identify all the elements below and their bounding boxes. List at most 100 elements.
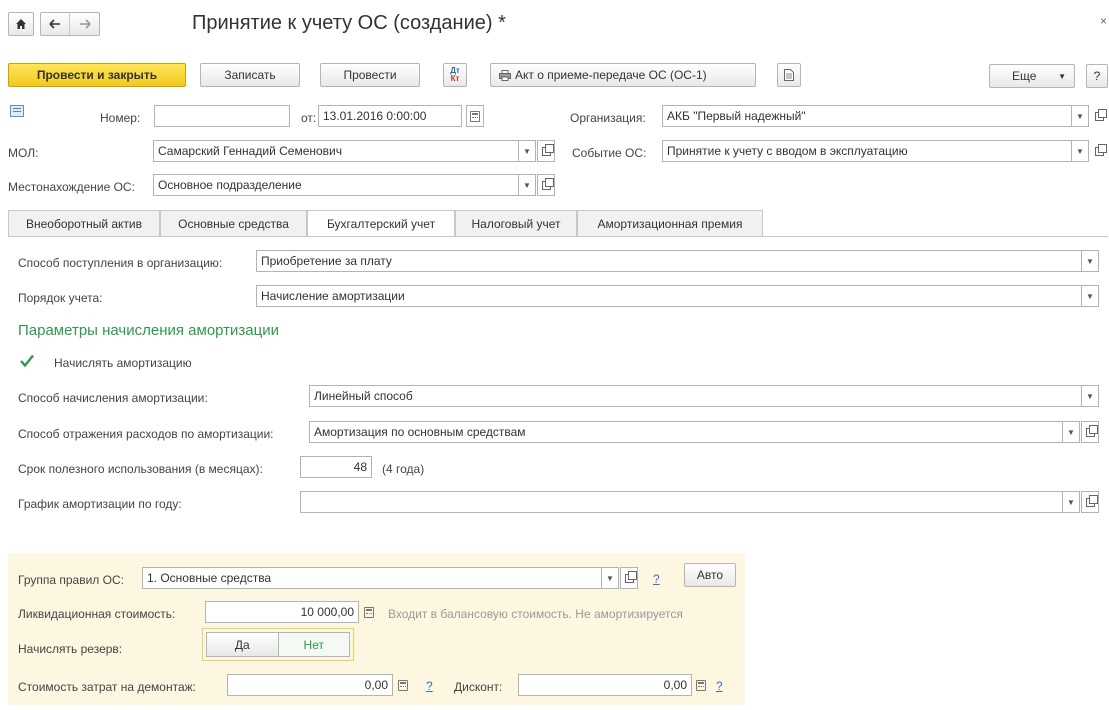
expense-dropdown[interactable]: ▼ <box>1062 421 1080 443</box>
discount-field[interactable]: 0,00 <box>518 674 692 696</box>
chevron-down-icon: ▼ <box>1076 111 1084 121</box>
chevron-down-icon: ▼ <box>523 146 531 156</box>
life-label: Срок полезного использования (в месяцах)… <box>18 462 263 476</box>
reserve-label: Начислять резерв: <box>18 642 123 656</box>
method-field[interactable]: Линейный способ <box>309 385 1082 407</box>
dismantle-calculator-button[interactable] <box>394 674 412 696</box>
open-icon <box>1085 424 1098 437</box>
save-button[interactable]: Записать <box>200 63 300 87</box>
dt-kt-button[interactable]: Дт Кт <box>443 63 467 87</box>
receipt-field[interactable]: Приобретение за плату <box>256 250 1082 272</box>
life-note: (4 года) <box>382 462 425 476</box>
method-label: Способ начисления амортизации: <box>18 391 208 405</box>
open-icon <box>541 143 554 156</box>
reserve-toggle: Да Нет <box>202 628 354 661</box>
open-icon <box>1085 494 1098 507</box>
event-open-button[interactable] <box>1090 140 1108 162</box>
location-open-button[interactable] <box>537 174 555 196</box>
calculator-icon <box>364 606 374 618</box>
auto-button[interactable]: Авто <box>684 563 736 587</box>
org-dropdown[interactable]: ▼ <box>1071 105 1089 127</box>
tab-divider <box>8 236 1108 237</box>
life-field[interactable]: 48 <box>300 456 372 478</box>
method-dropdown[interactable]: ▼ <box>1081 385 1099 407</box>
reserve-no-option[interactable]: Нет <box>278 633 349 656</box>
date-field[interactable]: 13.01.2016 0:00:00 <box>318 105 462 127</box>
open-icon <box>1094 108 1107 121</box>
expense-open-button[interactable] <box>1081 421 1099 443</box>
arrow-left-icon <box>49 19 60 29</box>
event-dropdown[interactable]: ▼ <box>1071 140 1089 162</box>
checkmark-icon <box>20 354 34 368</box>
location-dropdown[interactable]: ▼ <box>518 174 536 196</box>
org-label: Организация: <box>570 111 646 125</box>
mol-dropdown[interactable]: ▼ <box>518 140 536 162</box>
schedule-open-button[interactable] <box>1081 491 1099 513</box>
number-label: Номер: <box>100 111 141 125</box>
tab-noncurrent-asset[interactable]: Внеоборотный актив <box>8 210 160 236</box>
tab-fixed-assets[interactable]: Основные средства <box>160 210 307 236</box>
org-field[interactable]: АКБ "Первый надежный" <box>662 105 1072 127</box>
act-os1-button[interactable]: Акт о приеме-передаче ОС (ОС-1) <box>490 63 756 87</box>
more-button[interactable]: Еще ▼ <box>989 64 1075 88</box>
arrow-right-icon <box>79 19 91 29</box>
event-field[interactable]: Принятие к учету с вводом в эксплуатацию <box>662 140 1072 162</box>
org-open-button[interactable] <box>1090 105 1108 127</box>
group-field[interactable]: 1. Основные средства <box>142 567 602 589</box>
schedule-label: График амортизации по году: <box>18 497 182 511</box>
tab-accounting[interactable]: Бухгалтерский учет <box>307 210 455 237</box>
close-icon[interactable]: × <box>1100 14 1107 28</box>
chevron-down-icon: ▼ <box>1067 497 1075 507</box>
post-and-close-button[interactable]: Провести и закрыть <box>8 63 186 87</box>
chevron-down-icon: ▼ <box>1086 256 1094 266</box>
calculator-icon <box>398 679 408 691</box>
location-field[interactable]: Основное подразделение <box>153 174 519 196</box>
liq-calculator-button[interactable] <box>360 601 378 623</box>
forward-button[interactable] <box>70 13 99 35</box>
schedule-dropdown[interactable]: ▼ <box>1062 491 1080 513</box>
tab-depreciation-bonus[interactable]: Амортизационная премия <box>577 210 763 236</box>
window-title: Принятие к учету ОС (создание) * <box>192 12 506 34</box>
dismantle-field[interactable]: 0,00 <box>227 674 393 696</box>
accrue-checkbox[interactable] <box>19 353 35 369</box>
expense-label: Способ отражения расходов по амортизации… <box>18 427 274 441</box>
group-help-link[interactable]: ? <box>653 572 660 586</box>
document-icon <box>784 69 794 81</box>
depreciation-section-title: Параметры начисления амортизации <box>18 322 279 339</box>
discount-calculator-button[interactable] <box>692 674 710 696</box>
document-button[interactable] <box>777 63 801 87</box>
chevron-down-icon: ▼ <box>606 573 614 583</box>
schedule-field[interactable] <box>300 491 1063 513</box>
chevron-down-icon: ▼ <box>1086 391 1094 401</box>
group-dropdown[interactable]: ▼ <box>601 567 619 589</box>
discount-help-link[interactable]: ? <box>716 679 723 693</box>
open-icon <box>541 177 554 190</box>
chevron-down-icon: ▼ <box>1086 291 1094 301</box>
liq-field[interactable]: 10 000,00 <box>205 601 359 623</box>
number-field[interactable] <box>154 105 290 127</box>
home-button[interactable] <box>8 12 34 36</box>
date-label: от: <box>301 111 317 125</box>
group-open-button[interactable] <box>620 567 638 589</box>
post-button[interactable]: Провести <box>320 63 420 87</box>
order-dropdown[interactable]: ▼ <box>1081 285 1099 307</box>
event-label: Событие ОС: <box>572 146 647 160</box>
home-icon <box>16 19 26 29</box>
reserve-yes-option[interactable]: Да <box>207 633 279 656</box>
open-icon <box>624 570 637 583</box>
dismantle-help-link[interactable]: ? <box>426 679 433 693</box>
back-button[interactable] <box>41 13 71 35</box>
order-field[interactable]: Начисление амортизации <box>256 285 1082 307</box>
receipt-dropdown[interactable]: ▼ <box>1081 250 1099 272</box>
help-button[interactable]: ? <box>1086 64 1108 88</box>
expense-field[interactable]: Амортизация по основным средствам <box>309 421 1063 443</box>
calendar-button[interactable] <box>466 105 484 127</box>
mol-field[interactable]: Самарский Геннадий Семенович <box>153 140 519 162</box>
receipt-label: Способ поступления в организацию: <box>18 256 223 270</box>
tab-tax-accounting[interactable]: Налоговый учет <box>455 210 577 236</box>
dt-kt-icon: Дт Кт <box>450 66 460 83</box>
list-icon[interactable] <box>10 105 24 117</box>
location-label: Местонахождение ОС: <box>8 180 135 194</box>
chevron-down-icon: ▼ <box>1067 427 1075 437</box>
mol-open-button[interactable] <box>537 140 555 162</box>
